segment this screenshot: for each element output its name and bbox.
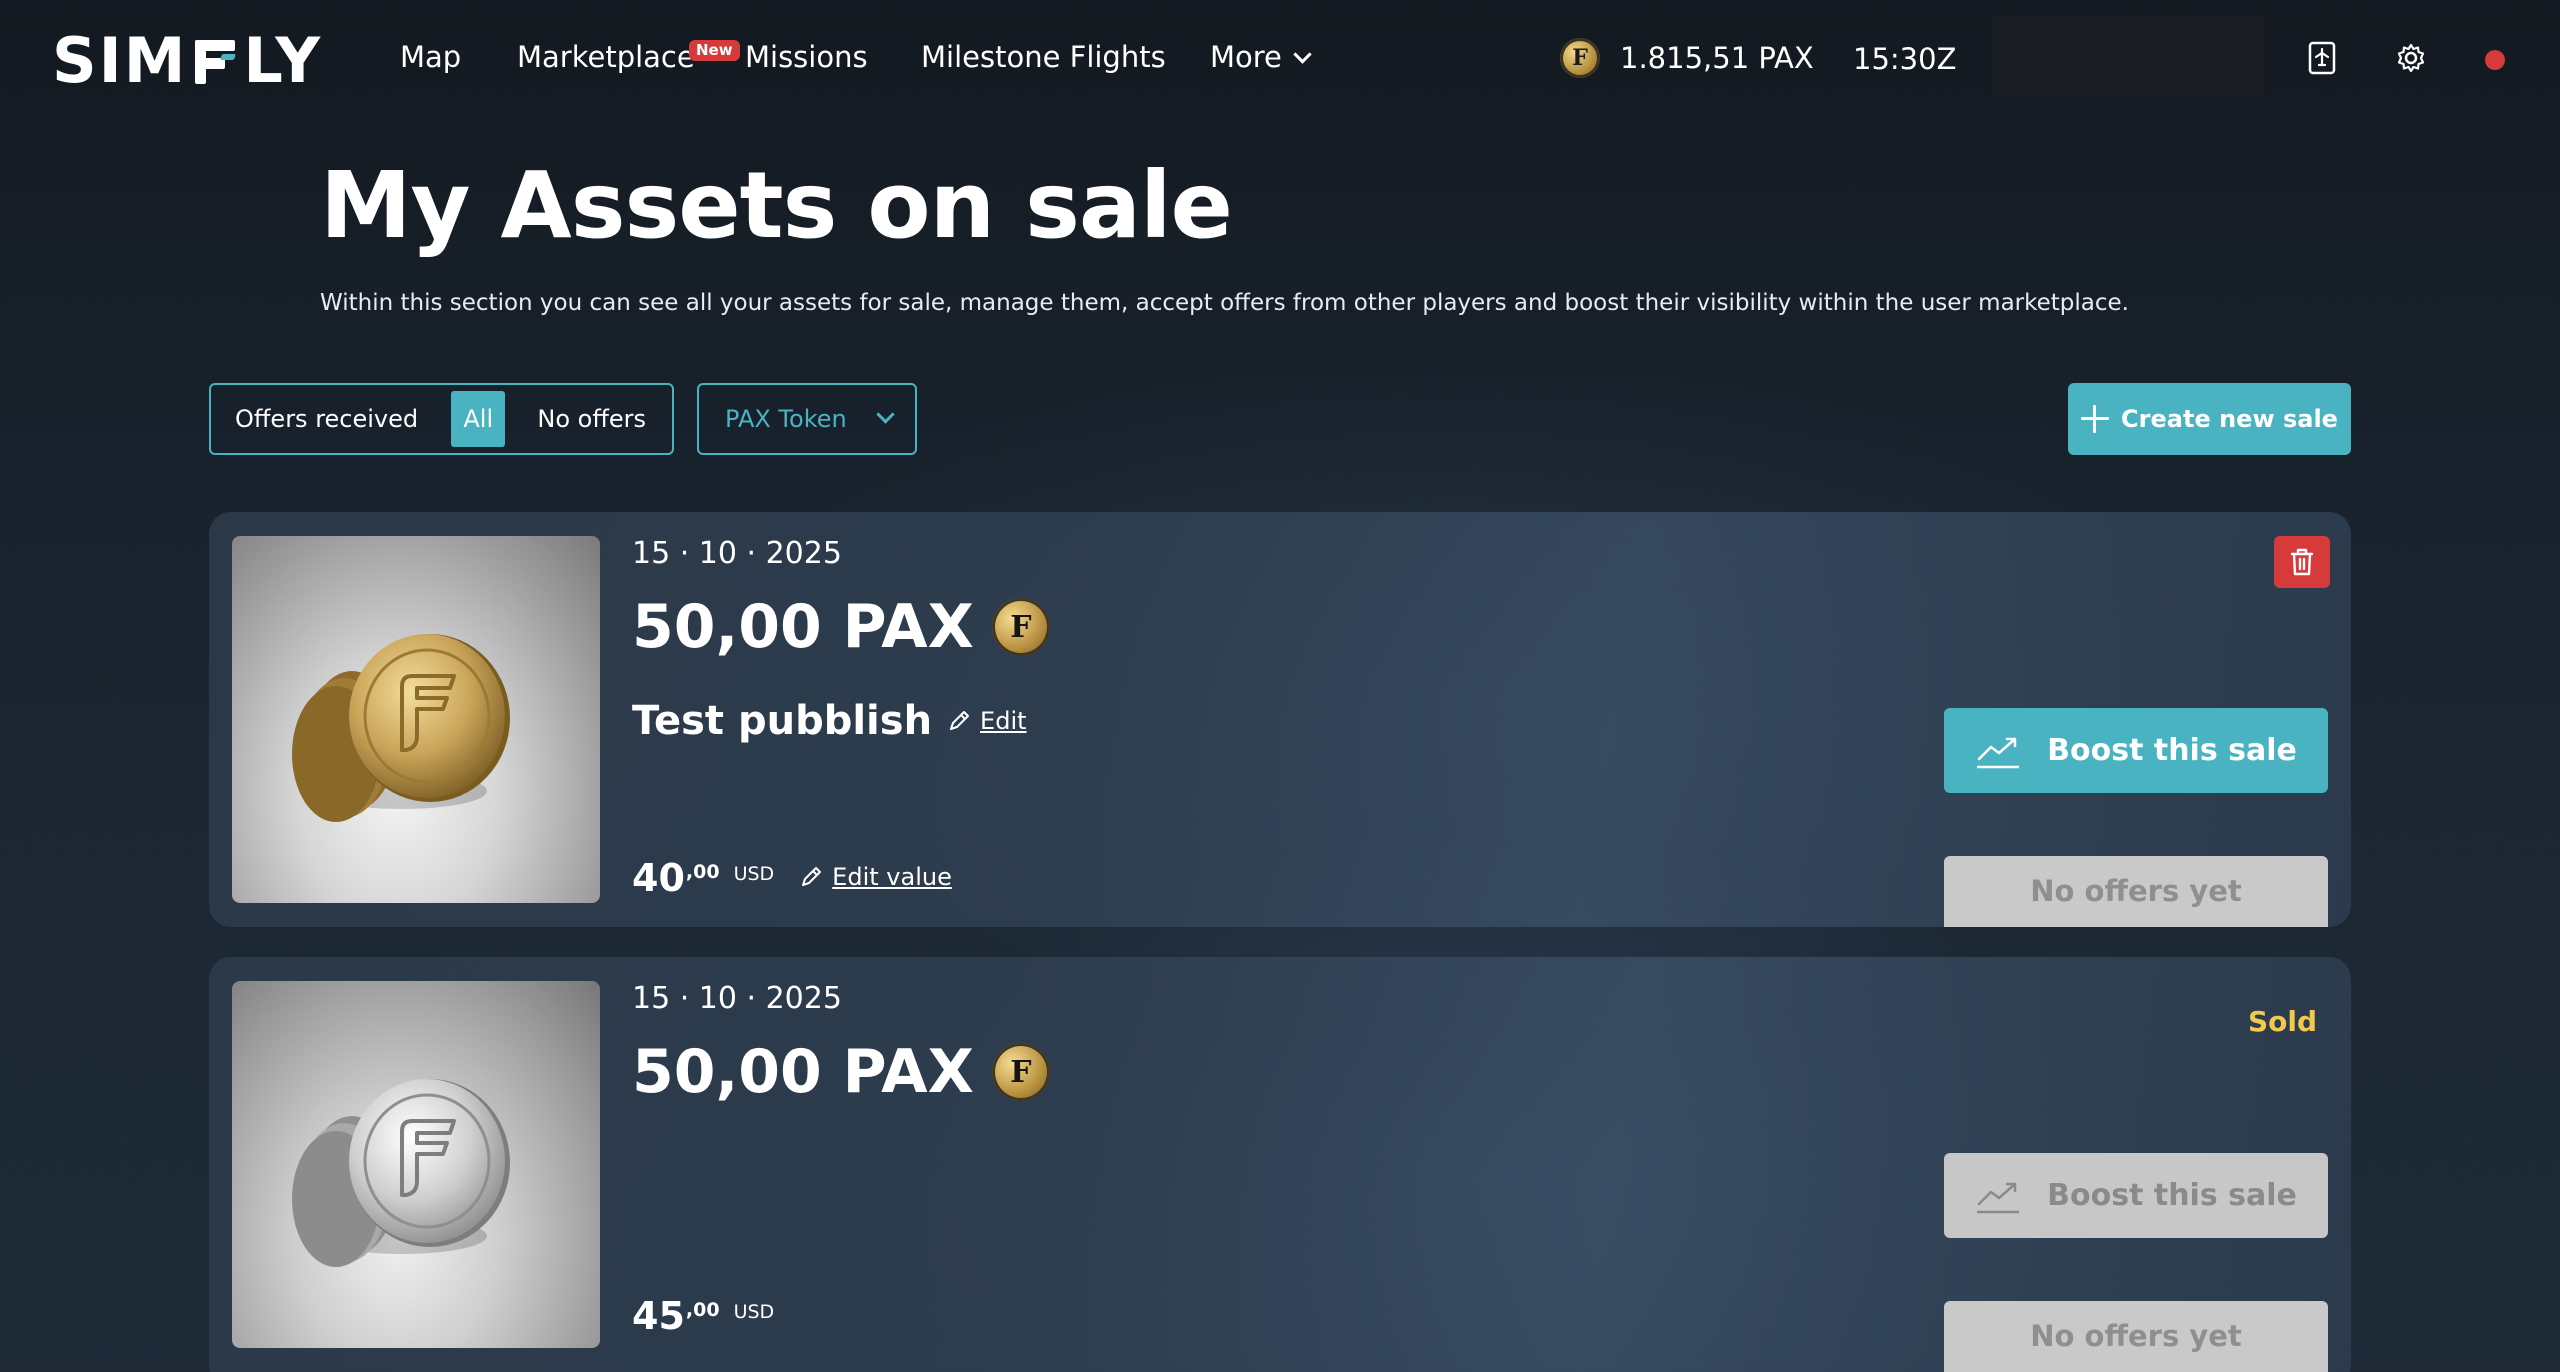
sale-date: 15 · 10 · 2025: [632, 981, 842, 1016]
price-decimals: ,00: [685, 861, 720, 883]
silver-pax-coin-image: [232, 981, 600, 1348]
sale-amount-value: 50,00 PAX: [632, 592, 974, 662]
sale-name: Test pubblish: [632, 698, 933, 744]
offers-status-button: No offers yet: [1944, 1301, 2328, 1372]
sale-card: 15 · 10 · 2025 50,00 PAX F 45 ,00 USD So…: [209, 957, 2351, 1372]
zulu-clock: 15:30Z: [1853, 42, 1957, 76]
sale-amount: 50,00 PAX F: [632, 592, 1050, 662]
nav-map[interactable]: Map: [400, 40, 461, 74]
page-title: My Assets on sale: [320, 152, 1233, 259]
pax-coin-icon: F: [991, 598, 1050, 656]
token-select-value: PAX Token: [725, 405, 847, 433]
edit-value-label: Edit value: [832, 863, 952, 891]
edit-value-link[interactable]: Edit value: [798, 863, 952, 891]
pax-balance: F 1.815,51 PAX: [1560, 38, 1814, 78]
price-decimals: ,00: [685, 1299, 720, 1321]
sale-amount-value: 50,00 PAX: [632, 1037, 974, 1107]
nav-marketplace[interactable]: Marketplace: [517, 40, 695, 74]
gold-pax-coin-image: [232, 536, 600, 903]
offers-status-button: No offers yet: [1944, 856, 2328, 927]
filter-no-offers[interactable]: No offers: [505, 391, 672, 447]
nav-missions[interactable]: Missions: [745, 40, 868, 74]
chevron-down-icon: [876, 404, 895, 424]
create-new-sale-button[interactable]: Create new sale: [2068, 383, 2351, 455]
logo-f-mark-icon: [191, 34, 239, 86]
gear-icon[interactable]: [2393, 40, 2429, 76]
connection-status-dot: [2485, 50, 2505, 70]
create-new-sale-label: Create new sale: [2121, 405, 2338, 433]
boost-sale-label: Boost this sale: [2047, 733, 2297, 768]
price-currency: USD: [733, 1301, 775, 1323]
sale-card: 15 · 10 · 2025 50,00 PAX F Test pubblish…: [209, 512, 2351, 927]
user-profile-box[interactable]: [1992, 16, 2264, 96]
offers-filter: Offers received All No offers: [209, 383, 674, 455]
sale-name-row: Test pubblish Edit: [632, 698, 1027, 744]
trend-up-icon: [1977, 1182, 2020, 1213]
new-badge: New: [689, 40, 740, 61]
filter-offers-received[interactable]: Offers received: [235, 405, 418, 433]
chevron-down-icon: [1293, 45, 1312, 64]
trend-up-icon: [1977, 737, 2020, 768]
edit-name-link[interactable]: Edit: [946, 707, 1027, 735]
plus-icon: [2081, 405, 2110, 433]
pax-balance-value: 1.815,51 PAX: [1620, 41, 1814, 75]
nav-more[interactable]: More: [1210, 40, 1312, 74]
logo-text-right: LY: [243, 23, 323, 97]
sale-date: 15 · 10 · 2025: [632, 536, 842, 571]
page-description: Within this section you can see all your…: [320, 290, 2129, 316]
trash-icon: [2290, 548, 2314, 576]
sale-amount: 50,00 PAX F: [632, 1037, 1050, 1107]
nav-more-label: More: [1210, 40, 1282, 74]
edit-name-label: Edit: [980, 707, 1027, 735]
pax-coin-icon: F: [991, 1043, 1050, 1101]
tablet-flight-icon[interactable]: [2304, 40, 2340, 76]
boost-sale-label: Boost this sale: [2047, 1178, 2297, 1213]
logo-text-left: SIM: [52, 23, 188, 97]
pencil-icon: [950, 711, 970, 730]
top-navigation: SIM LY Map Marketplace New Missions Mile…: [0, 0, 2560, 120]
delete-sale-button[interactable]: [2274, 536, 2330, 588]
token-select[interactable]: PAX Token: [697, 383, 917, 455]
simfly-logo[interactable]: SIM LY: [52, 24, 322, 97]
pax-coin-icon: F: [1560, 38, 1600, 78]
filter-all[interactable]: All: [451, 391, 506, 447]
nav-milestone-flights[interactable]: Milestone Flights: [921, 40, 1166, 74]
price-currency: USD: [733, 863, 775, 885]
sold-status-badge: Sold: [2247, 1005, 2317, 1038]
sale-price: 40 ,00 USD Edit value: [632, 859, 952, 897]
sale-price: 45 ,00 USD: [632, 1297, 774, 1335]
boost-sale-button[interactable]: Boost this sale: [1944, 708, 2328, 793]
boost-sale-button-disabled: Boost this sale: [1944, 1153, 2328, 1238]
price-integer: 45: [632, 1294, 685, 1338]
price-integer: 40: [632, 856, 685, 900]
pencil-icon: [802, 867, 822, 886]
